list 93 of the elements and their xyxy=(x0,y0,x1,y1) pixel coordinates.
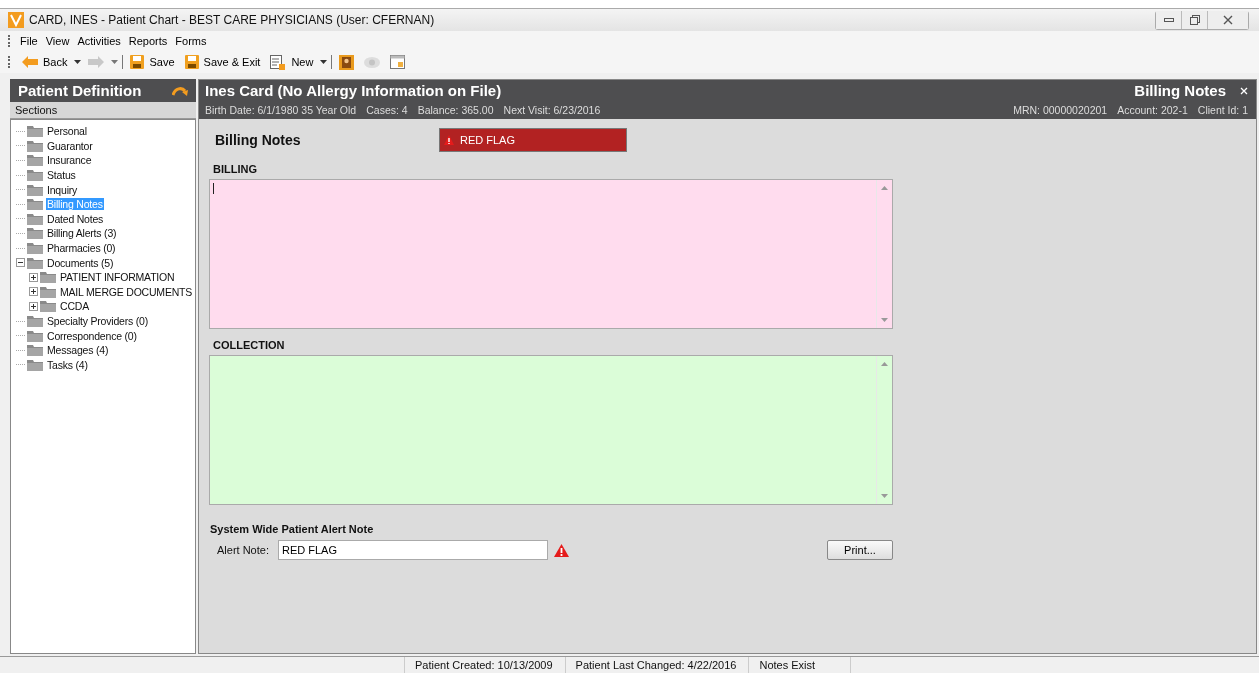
warning-icon xyxy=(444,135,454,145)
status-text: Patient Created: 10/13/2009 xyxy=(404,657,565,673)
page-title: Billing Notes xyxy=(214,132,302,148)
folder-icon xyxy=(27,227,43,240)
close-icon xyxy=(1240,86,1248,95)
folder-icon xyxy=(27,139,43,152)
patient-info: Balance: 365.00 xyxy=(417,104,494,116)
notes-label: BILLING xyxy=(213,163,258,175)
folder-icon xyxy=(27,344,43,357)
field-label: Alert Note: xyxy=(217,544,269,556)
expand-icon[interactable] xyxy=(29,301,38,311)
close-button[interactable] xyxy=(1208,10,1248,29)
folder-icon xyxy=(27,358,43,371)
expand-icon[interactable] xyxy=(29,287,38,297)
document-icon xyxy=(270,54,287,70)
notes-label: COLLECTION xyxy=(213,339,286,351)
portrait-icon xyxy=(339,54,355,70)
tree-item[interactable]: Tasks (4) xyxy=(46,358,89,371)
new-button[interactable]: New xyxy=(267,54,317,70)
menu-item[interactable]: File xyxy=(17,35,41,47)
folder-icon xyxy=(27,329,43,342)
left-arrow-icon xyxy=(22,56,38,68)
sections-header: Sections xyxy=(10,102,196,119)
section-title: Billing Notes xyxy=(1134,82,1226,99)
tree-item[interactable]: PATIENT INFORMATION xyxy=(59,271,176,284)
menu-item[interactable]: Forms xyxy=(172,35,210,47)
minimize-icon xyxy=(1163,16,1174,23)
tree-item[interactable]: Dated Notes xyxy=(46,212,105,225)
curved-arrow-icon[interactable] xyxy=(172,85,188,96)
status-text: Notes Exist xyxy=(748,657,852,673)
eye-icon xyxy=(364,56,381,68)
warning-icon xyxy=(553,543,569,557)
tree-item[interactable]: Inquiry xyxy=(46,183,79,196)
window-title: CARD, INES - Patient Chart - BEST CARE PHYSICIANS (User: CFERNAN) xyxy=(29,13,436,27)
patient-info: Cases: 4 xyxy=(366,104,408,116)
tree-item[interactable]: Status xyxy=(46,169,77,182)
right-arrow-icon xyxy=(88,56,105,68)
folder-icon xyxy=(27,198,43,211)
caret-icon[interactable] xyxy=(74,60,82,64)
patient-id: Account: 202-1 xyxy=(1117,104,1188,116)
patient-title: Ines Card (No Allergy Information on File) xyxy=(205,82,502,99)
tree-item[interactable]: Pharmacies (0) xyxy=(46,242,117,255)
folder-icon xyxy=(27,256,43,269)
tree-item[interactable]: Messages (4) xyxy=(46,344,110,357)
tree-item[interactable]: MAIL MERGE DOCUMENTS xyxy=(59,285,194,298)
patient-info: Birth Date: 6/1/1980 35 Year Old xyxy=(205,104,357,116)
restore-icon xyxy=(1189,14,1200,25)
restore-button[interactable] xyxy=(1182,10,1208,29)
patient-id: Client Id: 1 xyxy=(1197,104,1248,116)
scroll-up-icon[interactable] xyxy=(881,186,888,190)
tree-item[interactable]: Personal xyxy=(46,125,88,138)
back-button[interactable]: Back xyxy=(19,56,71,68)
menu-item[interactable]: View xyxy=(42,35,73,47)
folder-icon xyxy=(27,169,43,182)
app-logo-icon xyxy=(8,12,24,28)
patient-info: Next Visit: 6/23/2016 xyxy=(503,104,601,116)
tree-item[interactable]: Correspondence (0) xyxy=(46,329,138,342)
scroll-down-icon[interactable] xyxy=(881,318,888,322)
tree-item[interactable]: Documents (5) xyxy=(46,256,115,269)
patient-id: MRN: 00000020201 xyxy=(1013,104,1108,116)
scroll-down-icon[interactable] xyxy=(881,494,888,498)
folder-icon xyxy=(27,315,43,327)
section-label: System Wide Patient Alert Note xyxy=(210,523,375,535)
save-button[interactable]: Save & Exit xyxy=(181,55,264,69)
close-button[interactable] xyxy=(1240,86,1248,95)
calendar-icon xyxy=(390,55,406,69)
folder-icon xyxy=(40,271,56,284)
tree-item[interactable]: Specialty Providers (0) xyxy=(46,315,150,327)
panel-title: Patient Definition xyxy=(18,82,142,99)
print-button[interactable]: Print... xyxy=(827,540,893,560)
close-icon xyxy=(1223,14,1233,25)
minimize-button[interactable] xyxy=(1156,10,1182,29)
save-button[interactable]: Save xyxy=(127,55,178,69)
folder-icon xyxy=(40,300,56,313)
collapse-icon[interactable] xyxy=(16,258,25,268)
tree-item[interactable]: Billing Alerts (3) xyxy=(46,227,118,240)
alert-note-field[interactable]: RED FLAG xyxy=(277,540,548,560)
scroll-up-icon[interactable] xyxy=(881,362,888,366)
expand-icon[interactable] xyxy=(29,272,38,282)
tree-item[interactable]: CCDA xyxy=(59,300,90,313)
alert-text: RED FLAG xyxy=(460,134,515,146)
caret-icon[interactable] xyxy=(320,60,328,64)
folder-icon xyxy=(27,242,43,255)
folder-icon xyxy=(27,183,43,196)
folder-icon xyxy=(40,285,56,298)
tree-item[interactable]: Insurance xyxy=(46,154,93,167)
folder-icon xyxy=(27,125,43,138)
folder-icon xyxy=(27,154,43,167)
tree-item[interactable]: Guarantor xyxy=(46,139,94,152)
menu-item[interactable]: Activities xyxy=(74,35,124,47)
folder-icon xyxy=(27,212,43,225)
status-text: Patient Last Changed: 4/22/2016 xyxy=(564,657,749,673)
menu-item[interactable]: Reports xyxy=(125,35,171,47)
